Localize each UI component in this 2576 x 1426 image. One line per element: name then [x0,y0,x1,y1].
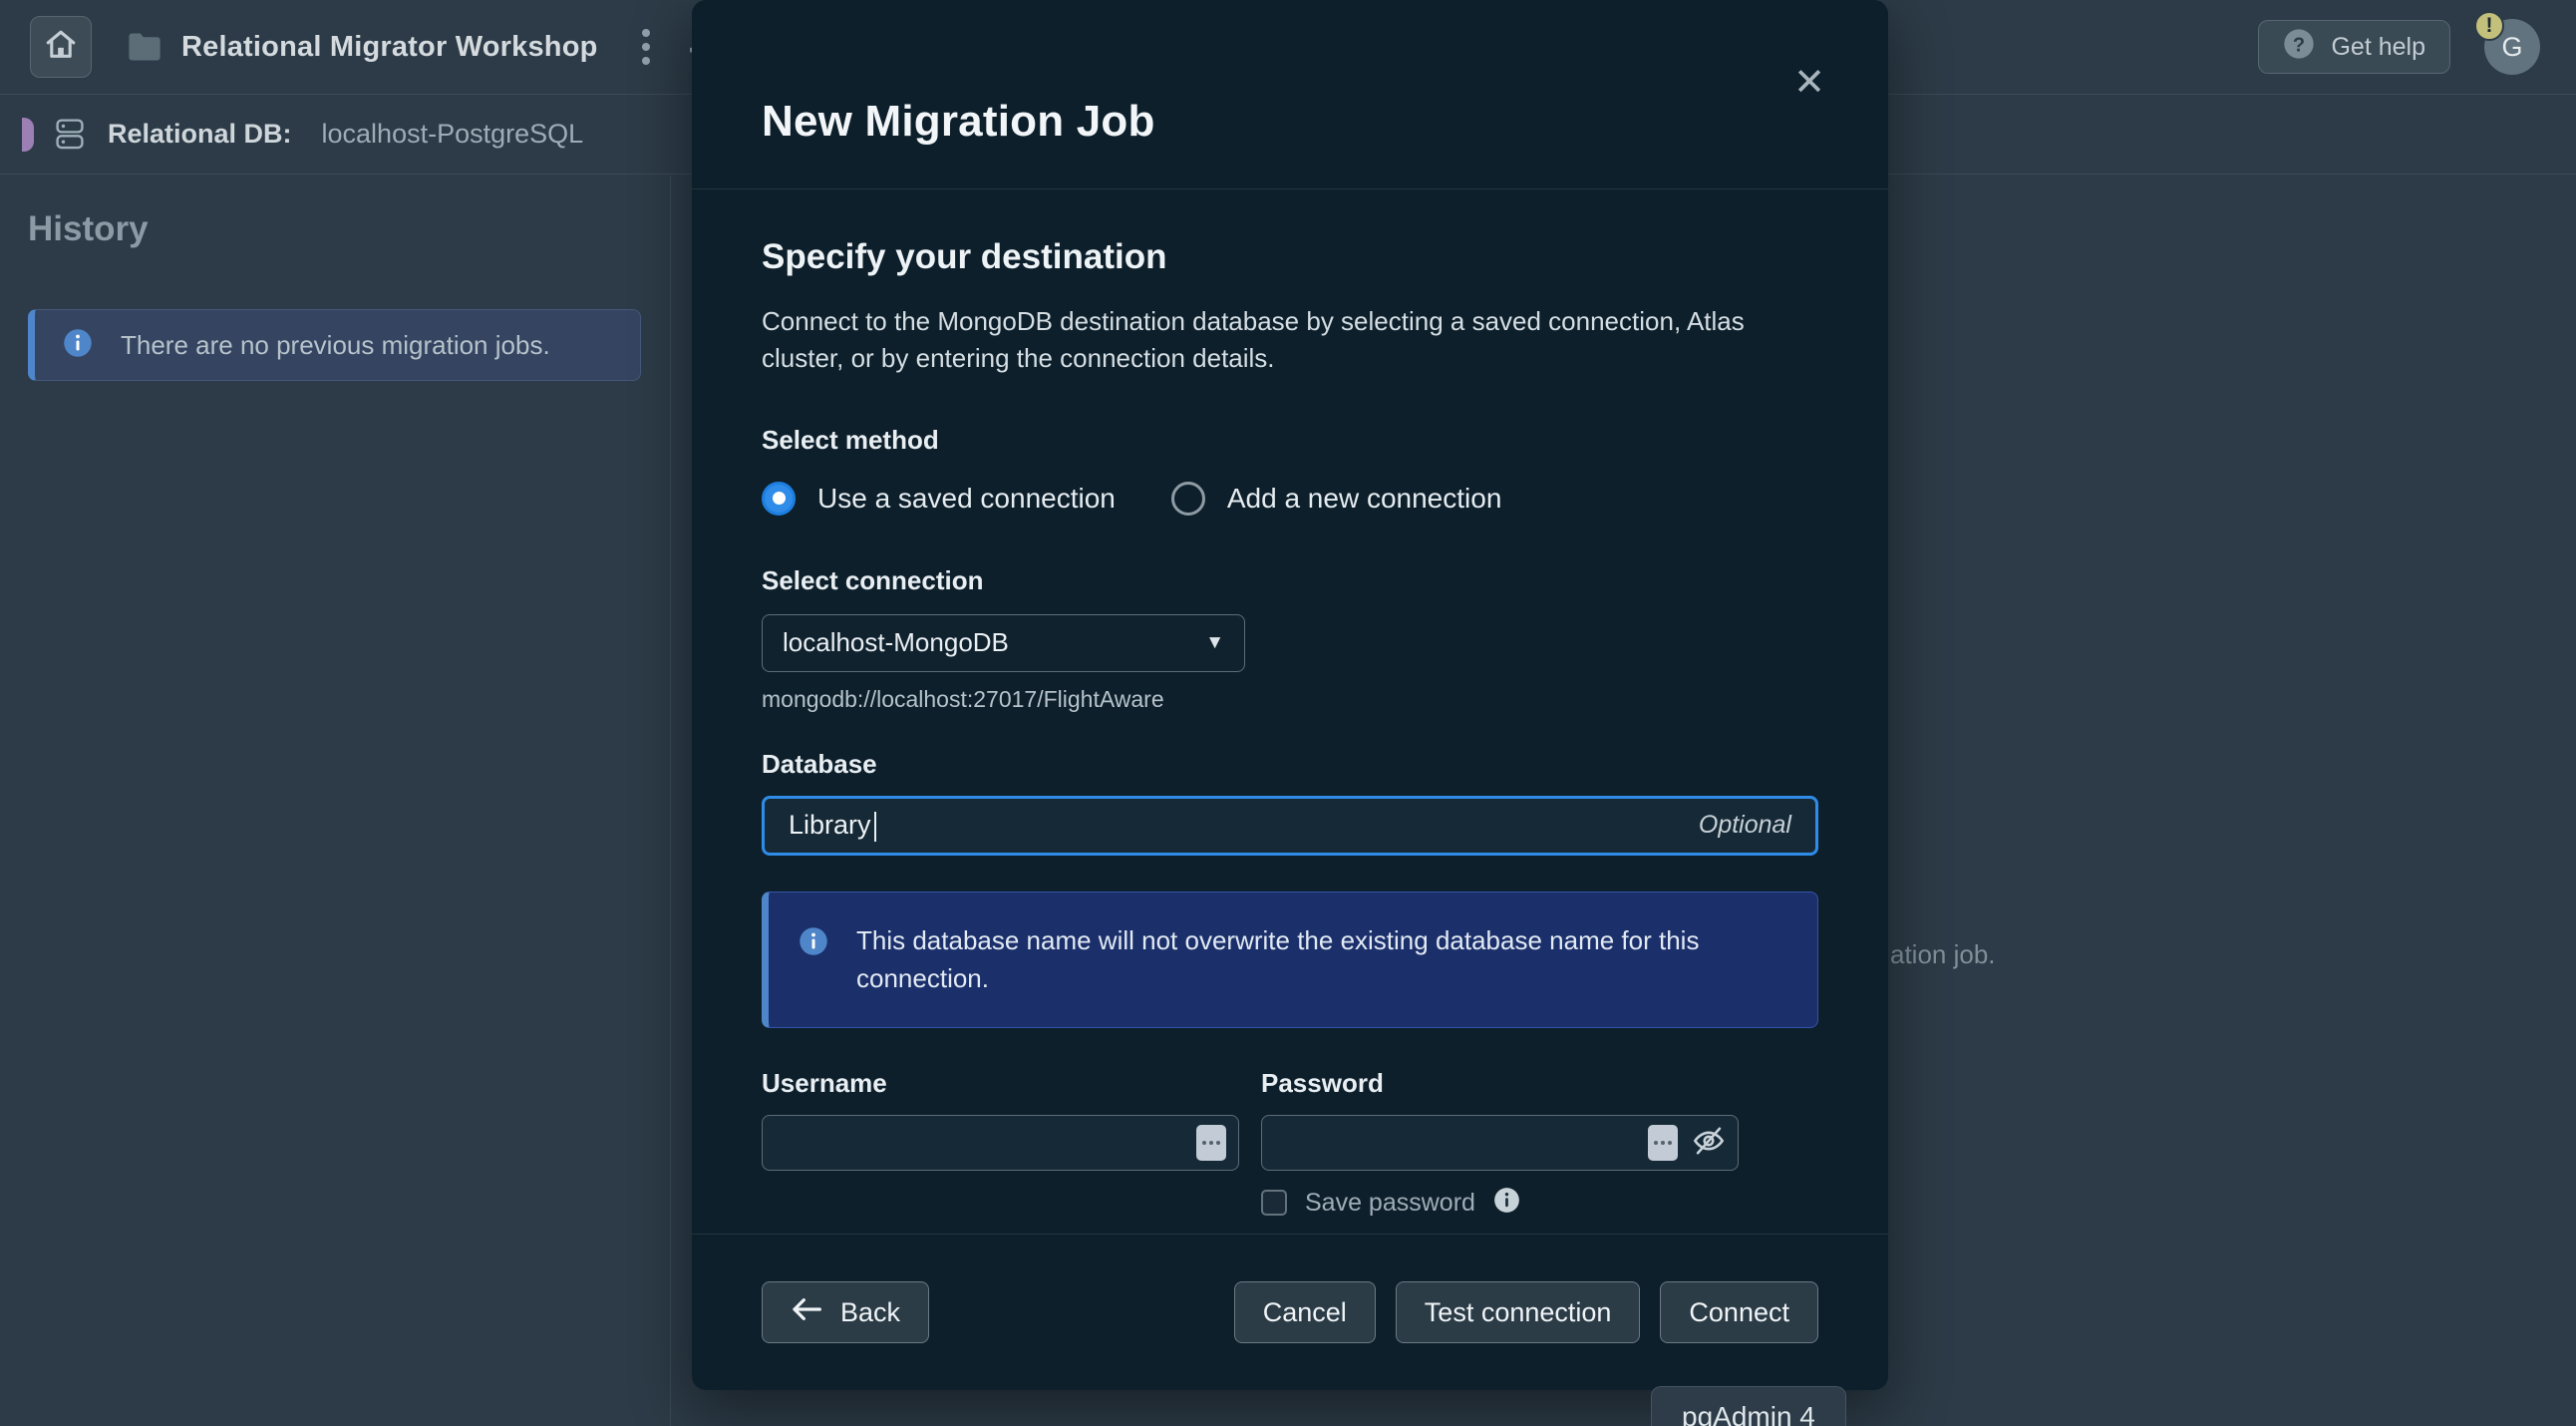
section-title: Specify your destination [762,237,1167,276]
back-button[interactable]: Back [762,1281,930,1343]
test-connection-button[interactable]: Test connection [1395,1281,1641,1343]
folder-icon [128,32,161,62]
connect-button[interactable]: Connect [1660,1281,1818,1343]
history-empty-callout: There are no previous migration jobs. [28,309,641,381]
history-heading: History [28,209,149,248]
select-method-radio-group: Use a saved connection Add a new connect… [762,481,1818,516]
history-empty-message: There are no previous migration jobs. [121,329,550,360]
database-input[interactable]: Library Optional [762,795,1818,856]
modal-title: New Migration Job [762,97,1155,146]
database-info-banner: This database name will not overwrite th… [762,891,1818,1029]
relational-db-label: Relational DB: [108,119,292,149]
taskbar-app-chip[interactable]: pgAdmin 4 [1651,1386,1846,1426]
new-migration-job-modal: New Migration Job ✕ Specify your destina… [692,0,1888,1390]
svg-text:?: ? [2293,34,2305,56]
modal-footer: Back Cancel Test connection Connect [692,1235,1888,1390]
autofill-dots-icon[interactable] [1648,1125,1678,1162]
footer-actions: Cancel Test connection Connect [1233,1281,1818,1343]
breadcrumb-project-title: Relational Migrator Workshop [181,30,598,63]
question-circle-icon: ? [2283,28,2315,67]
save-password-checkbox[interactable] [1261,1190,1287,1217]
chevron-down-icon: ▼ [1205,631,1224,653]
connection-select-value: localhost-MongoDB [783,627,1009,658]
eye-off-icon[interactable] [1692,1126,1726,1161]
select-method-label: Select method [762,424,939,455]
password-field-group: Password Save password [1261,1068,1739,1219]
home-button[interactable] [30,16,92,78]
save-password-row[interactable]: Save password [1261,1187,1739,1219]
database-label: Database [762,748,877,779]
back-button-label: Back [840,1296,901,1327]
panel-divider [670,176,671,1426]
radio-option-saved-connection[interactable]: Use a saved connection [762,481,1116,516]
database-info-message: This database name will not overwrite th… [856,924,1700,993]
password-input-row [1261,1099,1739,1172]
get-help-label: Get help [2331,32,2425,61]
password-label: Password [1261,1068,1384,1099]
radio-option-new-connection[interactable]: Add a new connection [1170,481,1502,516]
close-icon[interactable]: ✕ [1786,60,1832,106]
select-connection-label: Select connection [762,564,984,595]
password-input[interactable] [1261,1115,1739,1172]
radio-saved-connection-label: Use a saved connection [817,482,1116,514]
radio-new-connection-label: Add a new connection [1226,482,1502,514]
modal-header: New Migration Job ✕ [692,0,1888,189]
database-optional-hint: Optional [1698,811,1791,840]
cancel-button[interactable]: Cancel [1233,1281,1376,1343]
info-icon[interactable] [1493,1187,1520,1219]
more-vertical-icon[interactable] [641,29,650,65]
connection-select[interactable]: localhost-MongoDB ▼ [762,613,1245,672]
save-password-label: Save password [1305,1188,1475,1217]
home-icon [44,28,78,67]
avatar-container[interactable]: ! G [2474,11,2540,75]
get-help-button[interactable]: ? Get help [2258,20,2450,74]
accent-pill [22,117,34,152]
background-occluded-text: ation job. [1890,939,1996,969]
info-icon [799,922,828,961]
arrow-left-icon [791,1297,822,1328]
connection-uri-text: mongodb://localhost:27017/FlightAware [762,685,1164,712]
username-input[interactable] [762,1115,1239,1172]
modal-body: Specify your destination Connect to the … [692,189,1888,1235]
app-root: Relational Migrator Workshop ? Get help … [0,0,2576,1426]
credentials-row: Username Password Save password [762,1068,1818,1219]
avatar-alert-badge: ! [2474,11,2504,41]
username-label: Username [762,1068,887,1099]
database-icon [54,118,86,152]
info-icon [63,328,93,363]
radio-saved-connection-indicator[interactable] [762,481,796,516]
autofill-dots-icon[interactable] [1196,1125,1226,1162]
radio-new-connection-indicator[interactable] [1170,481,1205,516]
database-input-value: Library [789,810,876,843]
relational-db-value[interactable]: localhost-PostgreSQL [322,119,584,150]
section-description: Connect to the MongoDB destination datab… [762,306,1745,373]
username-field-group: Username [762,1068,1239,1219]
